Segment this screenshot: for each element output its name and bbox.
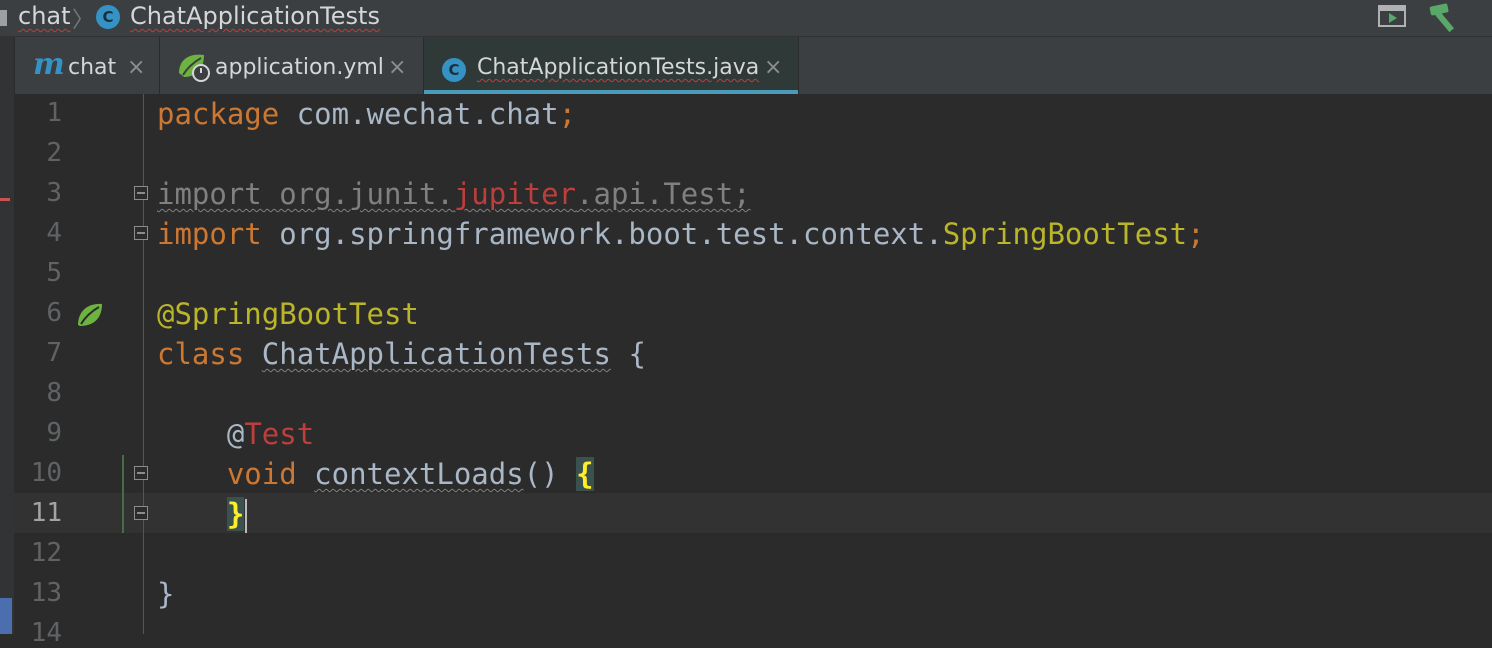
- breadcrumb-separator: 〉: [72, 8, 95, 33]
- code-line-13: }: [157, 577, 175, 611]
- spring-boot-icon: [179, 54, 210, 82]
- line-number: 12: [30, 538, 62, 568]
- tab-label: chat: [68, 55, 117, 80]
- navigation-bar: chat 〉 C ChatApplicationTests: [0, 0, 1492, 37]
- line-number: 14: [30, 618, 62, 648]
- line-number: 3: [46, 178, 62, 208]
- spring-bean-icon[interactable]: [76, 301, 104, 329]
- code-line-4: import org.springframework.boot.test.con…: [157, 217, 1205, 251]
- run-configuration-icon[interactable]: [1378, 5, 1406, 27]
- line-number: 1: [46, 98, 62, 128]
- line-number: 7: [46, 338, 62, 368]
- tab-label: ChatApplicationTests.java: [477, 55, 760, 80]
- breadcrumb-project[interactable]: chat: [18, 2, 71, 30]
- tab-application-yml[interactable]: application.yml ×: [160, 37, 424, 94]
- tab-bar-strip: [0, 37, 15, 94]
- line-number: 8: [46, 378, 62, 408]
- code-line-3: import org.junit.jupiter.api.Test;: [157, 177, 751, 211]
- fold-marker[interactable]: [134, 506, 148, 520]
- line-number-current: 11: [30, 498, 62, 528]
- hammer-icon[interactable]: [1428, 1, 1462, 33]
- breadcrumb-file[interactable]: ChatApplicationTests: [130, 2, 380, 30]
- editor-tab-bar: m chat × application.yml × C ChatApplica…: [0, 37, 1492, 95]
- text-caret: [245, 499, 248, 533]
- gutter-separator: [143, 94, 144, 634]
- line-number: 9: [46, 418, 62, 448]
- code-line-11[interactable]: }: [157, 494, 248, 534]
- fold-marker[interactable]: [134, 226, 148, 240]
- code-line-6: @SpringBootTest: [157, 297, 419, 331]
- line-number: 2: [46, 138, 62, 168]
- line-number: 4: [46, 218, 62, 248]
- line-number: 6: [46, 298, 62, 328]
- close-icon[interactable]: ×: [388, 55, 406, 80]
- class-icon: C: [442, 58, 466, 82]
- fold-marker[interactable]: [134, 186, 148, 200]
- code-line-7: class ChatApplicationTests {: [157, 337, 646, 371]
- line-number: 10: [30, 458, 62, 488]
- class-icon: C: [96, 5, 120, 29]
- scope-guide: [122, 455, 124, 533]
- tab-label: application.yml: [215, 55, 384, 80]
- tab-chat-application-tests[interactable]: C ChatApplicationTests.java ×: [424, 37, 799, 94]
- breadcrumb-marker: [0, 10, 7, 26]
- tab-chat[interactable]: m chat ×: [15, 37, 160, 94]
- line-number: 13: [30, 578, 62, 608]
- maven-m-icon: m: [33, 47, 65, 82]
- close-icon[interactable]: ×: [764, 55, 782, 80]
- code-line-1: package com.wechat.chat;: [157, 97, 577, 131]
- code-line-9: @Test: [226, 417, 315, 451]
- line-number: 5: [46, 258, 62, 288]
- close-icon[interactable]: ×: [127, 55, 145, 80]
- fold-marker[interactable]: [134, 466, 148, 480]
- code-line-10: void contextLoads() {: [226, 457, 594, 491]
